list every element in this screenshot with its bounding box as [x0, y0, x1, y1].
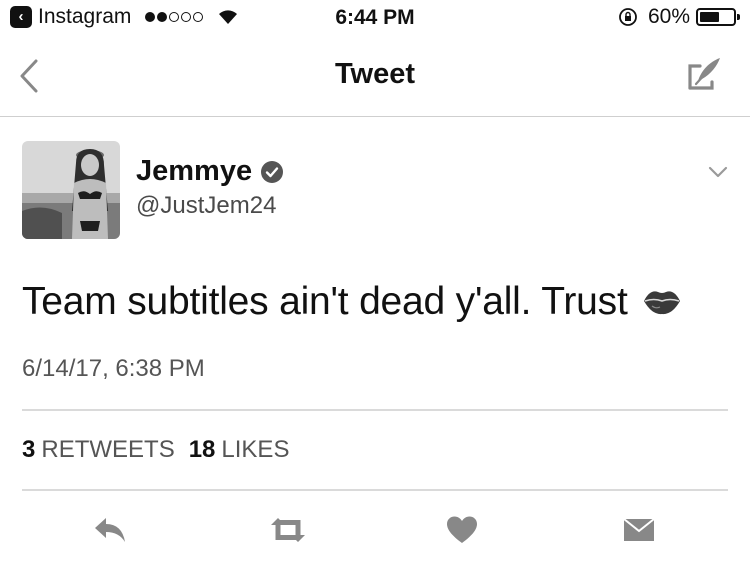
retweet-count: 3	[22, 436, 36, 463]
nav-bar: Tweet	[0, 36, 750, 117]
battery-percent: 60%	[647, 5, 690, 28]
tweet-text: Team subtitles ain't dead y'all. Trust	[22, 280, 682, 324]
compose-tweet-icon[interactable]	[684, 54, 724, 94]
chevron-down-icon[interactable]	[708, 166, 728, 178]
divider	[22, 409, 728, 411]
author-handle[interactable]: @JustJem24	[136, 192, 276, 220]
like-label: LIKES	[221, 436, 290, 463]
tweet-body: Team subtitles ain't dead y'all. Trust	[22, 280, 628, 323]
avatar-photo	[22, 141, 120, 239]
tweet-actions	[0, 508, 750, 552]
reply-button[interactable]	[88, 508, 132, 552]
page-title: Tweet	[334, 58, 416, 90]
author-name[interactable]: Jemmye	[136, 155, 252, 188]
tweet-timestamp: 6/14/17, 6:38 PM	[22, 355, 205, 382]
retweet-button[interactable]	[266, 508, 310, 552]
like-count: 18	[188, 436, 216, 463]
tweet-stats: 3 RETWEETS 18 LIKES	[22, 436, 289, 464]
retweet-icon	[271, 518, 305, 542]
divider	[22, 489, 728, 491]
likes-stat[interactable]: 18 LIKES	[189, 436, 290, 464]
direct-message-button[interactable]	[617, 508, 661, 552]
reply-icon	[95, 518, 125, 542]
battery-icon	[696, 8, 740, 26]
like-icon	[447, 516, 477, 543]
avatar[interactable]	[22, 141, 120, 239]
status-bar: ‹ Instagram 6:44 PM 60%	[0, 0, 750, 36]
retweet-label: RETWEETS	[41, 436, 175, 463]
kiss-mark-icon	[643, 291, 680, 315]
verified-badge-icon	[261, 160, 284, 183]
rotation-lock-icon	[619, 8, 637, 26]
status-bar-right: 60%	[618, 5, 740, 29]
author-name-row[interactable]: Jemmye	[136, 155, 284, 188]
like-button[interactable]	[440, 508, 484, 552]
direct-message-icon	[623, 518, 655, 541]
retweets-stat[interactable]: 3 RETWEETS	[22, 436, 175, 464]
